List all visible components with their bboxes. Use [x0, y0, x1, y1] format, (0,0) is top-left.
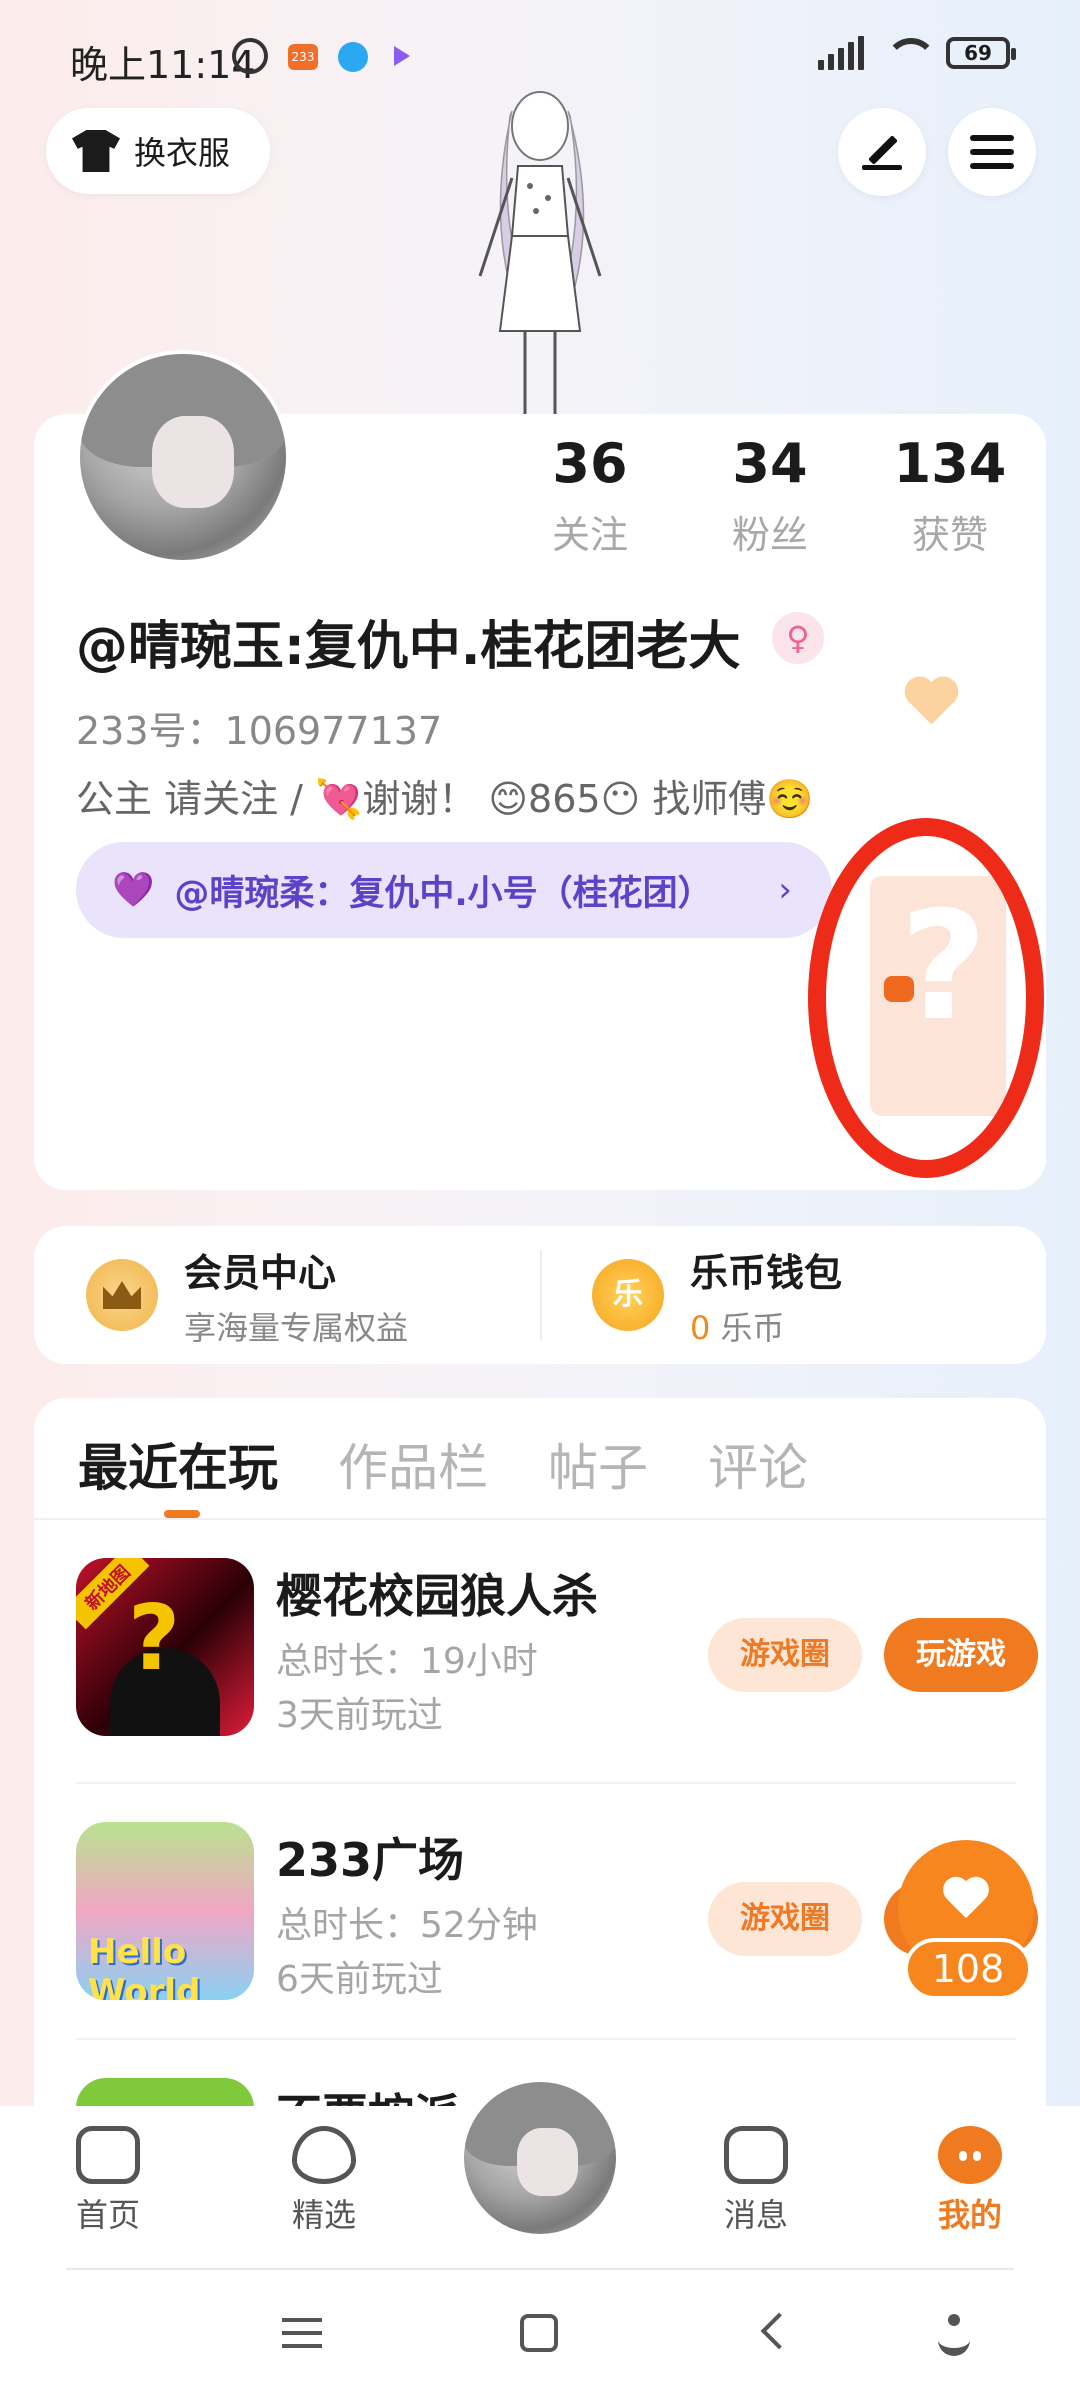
game-circle-button[interactable]: 游戏圈: [708, 1618, 862, 1692]
profile-stats: 36 关注 34 粉丝 134 获赞: [500, 432, 1040, 559]
female-icon: ♀: [772, 612, 824, 664]
game-thumbnail[interactable]: Hello World: [76, 1822, 254, 2000]
back-icon[interactable]: [760, 2312, 798, 2350]
nav-messages[interactable]: 消息: [696, 2126, 816, 2236]
red-circle-annotation: [808, 818, 1044, 1178]
game-duration: 总时长：19小时: [276, 1641, 538, 1682]
game-circle-button[interactable]: 游戏圈: [708, 1882, 862, 1956]
nav-home-label: 首页: [75, 2196, 140, 2234]
pen-icon: [862, 132, 902, 172]
coin-amount: 0: [690, 1308, 711, 1347]
dress-up-button[interactable]: 换衣服: [46, 108, 270, 194]
stat-followers-value: 34: [732, 432, 808, 495]
coin-title: 乐币钱包: [690, 1250, 843, 1295]
stat-likes[interactable]: 134 获赞: [860, 432, 1040, 559]
stat-following-label: 关注: [551, 513, 628, 557]
vip-title: 会员中心: [184, 1250, 337, 1295]
content-tabs: 最近在玩 作品栏 帖子 评论: [78, 1428, 808, 1500]
game-duration: 总时长：52分钟: [276, 1905, 538, 1946]
menu-button[interactable]: [948, 108, 1036, 196]
video-app-icon: [394, 46, 410, 66]
coin-wallet-button[interactable]: 乐 乐币钱包 0 乐币: [540, 1226, 1046, 1364]
edit-profile-button[interactable]: [838, 108, 926, 196]
stat-followers-label: 粉丝: [731, 513, 808, 557]
linked-account-label: @晴琬柔：复仇中.小号（桂花团）: [174, 873, 713, 914]
menu-icon: [970, 135, 1014, 169]
coin-subtitle: 0 乐币: [690, 1303, 842, 1349]
hello-world-logo: Hello World: [88, 1932, 201, 2000]
character-figure[interactable]: [440, 86, 640, 416]
nav-featured-label: 精选: [291, 2196, 356, 2234]
purple-heart-icon: 💜: [112, 870, 155, 910]
dress-up-label: 换衣服: [134, 134, 231, 172]
vip-center-button[interactable]: 会员中心 享海量专属权益: [34, 1226, 540, 1364]
list-item[interactable]: Hello World 233广场 总时长：52分钟 6天前玩过 游戏圈 玩游戏: [76, 1822, 1038, 2052]
assistant-icon[interactable]: [938, 2314, 970, 2356]
tab-comments[interactable]: 评论: [708, 1428, 808, 1500]
wifi-icon: [882, 36, 937, 70]
nav-me[interactable]: 我的: [910, 2126, 1030, 2236]
heart-icon: [292, 2126, 356, 2184]
system-nav-bar: [0, 2270, 1080, 2400]
heart-icon: [942, 1878, 990, 1922]
alarm-icon: [232, 38, 268, 74]
chevron-right-icon: ›: [778, 870, 792, 910]
home-icon[interactable]: [520, 2314, 558, 2352]
tab-recently-played[interactable]: 最近在玩: [78, 1428, 278, 1500]
coin-icon: 乐: [592, 1259, 664, 1331]
nickname: @晴琬玉:复仇中.桂花团老大: [76, 617, 741, 677]
active-tab-indicator: [164, 1510, 200, 1518]
game-thumbnail[interactable]: ? 新地图: [76, 1558, 254, 1736]
nav-messages-label: 消息: [723, 2196, 788, 2234]
nav-featured[interactable]: 精选: [264, 2126, 384, 2236]
thumbnail-question-mark: ?: [128, 1586, 181, 1691]
game-title: 233广场: [276, 1833, 465, 1887]
wallet-row: 会员中心 享海量专属权益 乐 乐币钱包 0 乐币: [34, 1226, 1046, 1364]
signal-icon: [818, 36, 864, 70]
app-notification-icon: [338, 42, 368, 72]
tab-posts[interactable]: 帖子: [548, 1428, 648, 1500]
play-game-button[interactable]: 玩游戏: [884, 1618, 1038, 1692]
like-count: 108: [904, 1938, 1032, 2000]
linked-account-button[interactable]: 💜 @晴琬柔：复仇中.小号（桂花团） ›: [76, 842, 832, 938]
stat-followers[interactable]: 34 粉丝: [680, 432, 860, 559]
stat-following-value: 36: [552, 432, 628, 495]
stat-likes-label: 获赞: [911, 513, 988, 557]
avatar[interactable]: [76, 350, 290, 564]
profile-face-icon: [938, 2126, 1002, 2184]
coin-unit: 乐币: [720, 1308, 785, 1347]
game-title: 樱花校园狼人杀: [276, 1569, 598, 1623]
chat-icon: [724, 2126, 788, 2184]
gamepad-icon: [76, 2126, 140, 2184]
stat-following[interactable]: 36 关注: [500, 432, 680, 559]
nav-me-label: 我的: [937, 2196, 1002, 2234]
vip-subtitle: 享海量专属权益: [184, 1308, 409, 1347]
status-time: 晚上11:14: [70, 43, 256, 87]
game-last-played: 3天前玩过: [276, 1695, 443, 1736]
bio: 公主 请关注 / 💘谢谢！ 😊865😶 找师傅☺️: [76, 777, 814, 821]
app-233-icon: 233: [288, 44, 318, 70]
crown-icon: [86, 1259, 158, 1331]
center-avatar-button[interactable]: [456, 2074, 624, 2242]
shirt-icon: [72, 130, 120, 172]
game-last-played: 6天前玩过: [276, 1959, 443, 2000]
heart-icon[interactable]: [902, 678, 960, 730]
stat-likes-value: 134: [893, 432, 1007, 495]
user-id[interactable]: 233号：106977137: [76, 700, 442, 755]
battery-icon: 69: [946, 37, 1016, 69]
list-item[interactable]: ? 新地图 樱花校园狼人杀 总时长：19小时 3天前玩过 游戏圈 玩游戏: [76, 1558, 1038, 1788]
nav-home[interactable]: 首页: [48, 2126, 168, 2236]
tab-works[interactable]: 作品栏: [338, 1428, 488, 1500]
recent-apps-icon[interactable]: [282, 2318, 322, 2348]
